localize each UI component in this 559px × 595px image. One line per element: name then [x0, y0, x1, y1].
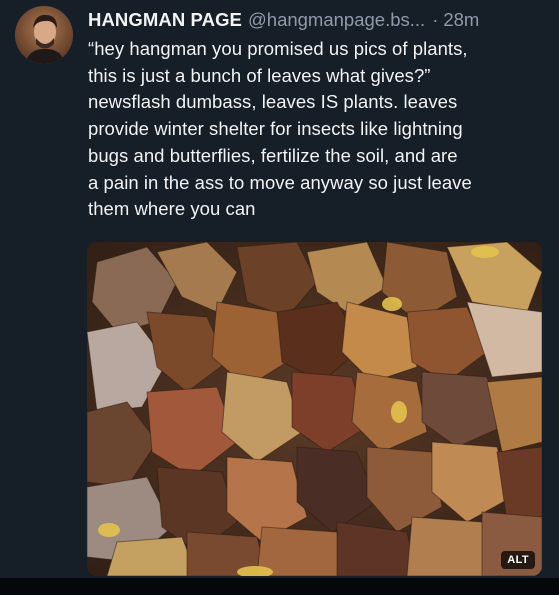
post-image[interactable]: ALT: [87, 242, 542, 576]
post-text-line: newsflash dumbass, leaves IS plants. lea…: [88, 91, 458, 113]
post-text: “hey hangman you promised us pics of pla…: [88, 36, 550, 223]
post-text-line: them where you can: [88, 198, 256, 220]
separator-dot: ·: [432, 9, 439, 30]
avatar-photo-icon: [15, 6, 73, 64]
post-header: HANGMAN PAGE @hangmanpage.bs... · 28m: [88, 8, 547, 32]
avatar[interactable]: [15, 6, 73, 64]
post-timestamp[interactable]: 28m: [443, 8, 479, 32]
post-text-line: this is just a bunch of leaves what give…: [88, 64, 431, 86]
alt-text-button[interactable]: ALT: [501, 551, 535, 569]
author-display-name[interactable]: HANGMAN PAGE: [88, 8, 242, 32]
post-text-line: a pain in the ass to move anyway so just…: [88, 171, 472, 193]
author-handle[interactable]: @hangmanpage.bs...: [248, 8, 425, 32]
leaves-photo: [87, 242, 542, 576]
post-text-line: provide winter shelter for insects like …: [88, 118, 463, 140]
bottom-divider: [0, 578, 559, 595]
post: HANGMAN PAGE @hangmanpage.bs... · 28m “h…: [0, 0, 559, 595]
post-text-line: bugs and butterflies, fertilize the soil…: [88, 144, 458, 166]
post-text-line: “hey hangman you promised us pics of pla…: [88, 38, 468, 59]
